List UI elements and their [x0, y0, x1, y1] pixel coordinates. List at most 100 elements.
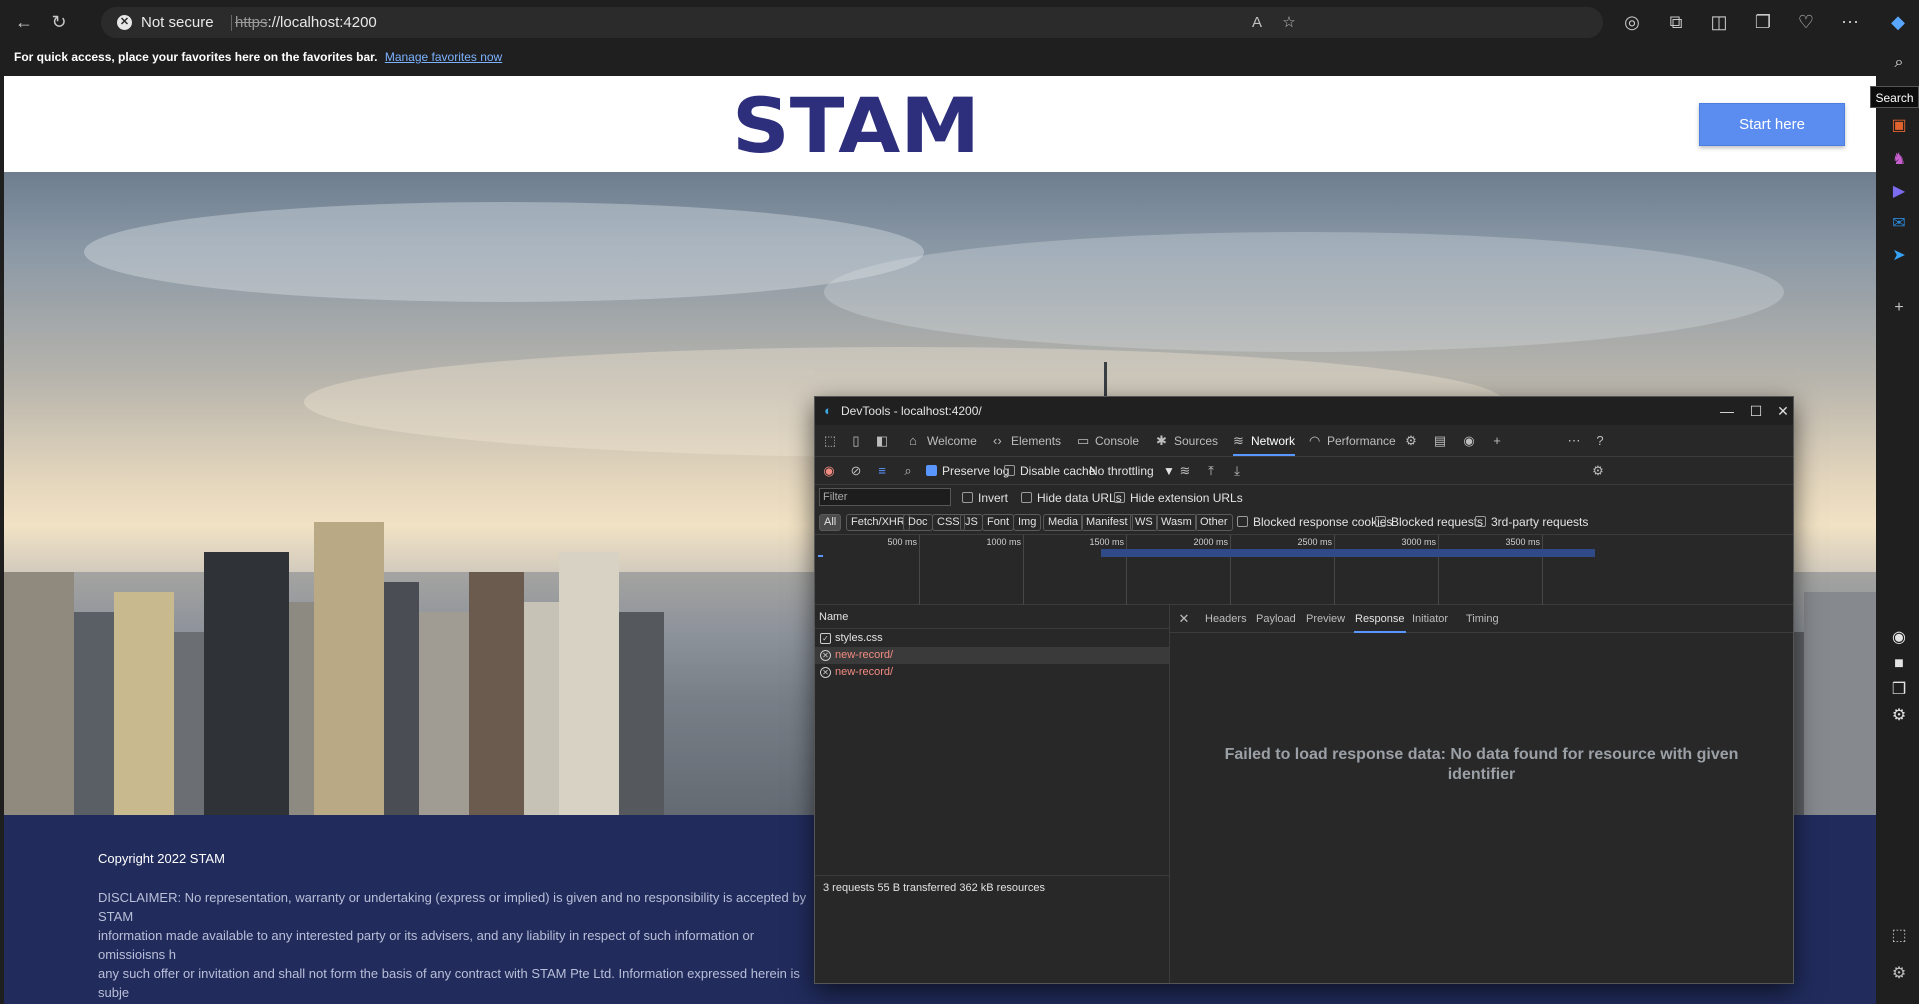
preserve-log-checkbox[interactable]: Preserve log [926, 464, 1009, 478]
settings-sidebar-icon[interactable]: ⚙ [1887, 704, 1911, 728]
camera-icon[interactable]: ◉ [1887, 626, 1911, 650]
tab-elements[interactable]: ‹› Elements [993, 425, 1061, 456]
games-icon[interactable]: ♞ [1887, 148, 1911, 172]
tab-payload[interactable]: Payload [1256, 605, 1296, 633]
request-row[interactable]: ✓ styles.css [815, 630, 1169, 647]
copilot-sidebar-icon[interactable]: ▶ [1887, 180, 1911, 204]
invert-checkbox[interactable]: Invert [962, 491, 1008, 505]
close-details-icon[interactable]: ✕ [1174, 609, 1194, 629]
customize-icon[interactable]: ⋯ [1564, 431, 1584, 451]
checkbox-checked[interactable] [926, 465, 937, 476]
hide-extension-urls-checkbox[interactable]: Hide extension URLs [1114, 491, 1243, 505]
extensions-icon[interactable]: ⧉ [1662, 8, 1690, 36]
send-icon[interactable]: ➤ [1887, 244, 1911, 268]
search-icon[interactable]: ⌕ [1887, 51, 1911, 75]
checkbox[interactable] [1021, 492, 1032, 503]
network-overview[interactable]: 500 ms 1000 ms 1500 ms 2000 ms 2500 ms 3… [815, 535, 1793, 605]
checkbox[interactable] [1114, 492, 1125, 503]
tab-performance[interactable]: ◠ Performance [1309, 425, 1396, 456]
filter-icon[interactable]: ≡ [872, 461, 892, 481]
checkbox[interactable] [1237, 516, 1248, 527]
sidebar-settings-icon[interactable]: ⚙ [1887, 962, 1911, 986]
device-toolbar-icon[interactable]: ▯ [846, 431, 866, 451]
url-text[interactable]: https://localhost:4200 [235, 14, 377, 31]
add-icon[interactable]: + [1887, 296, 1911, 320]
type-font[interactable]: Font [982, 514, 1015, 531]
disable-cache-checkbox[interactable]: Disable cache [1004, 464, 1095, 478]
type-doc[interactable]: Doc [903, 514, 933, 531]
blocked-requests-checkbox[interactable]: Blocked requests [1375, 515, 1483, 529]
memory-icon[interactable]: ◉ [1459, 431, 1479, 451]
type-filter-row: All Fetch/XHR Doc CSS JS Font Img Media … [815, 511, 1793, 535]
blocked-cookies-checkbox[interactable]: Blocked response cookies [1237, 515, 1392, 529]
type-fetch-xhr[interactable]: Fetch/XHR [846, 514, 910, 531]
tracking-icon[interactable]: ◎ [1618, 8, 1646, 36]
checkbox[interactable] [962, 492, 973, 503]
tab-initiator[interactable]: Initiator [1412, 605, 1448, 633]
name-column-header[interactable]: Name [815, 605, 1169, 629]
filter-input[interactable]: Filter [819, 488, 951, 506]
refresh-icon[interactable]: ↻ [45, 8, 73, 36]
back-icon[interactable]: ← [10, 8, 38, 36]
more-menu-icon[interactable]: ⋯ [1836, 8, 1864, 36]
tab-network[interactable]: ≋ Network [1233, 425, 1296, 456]
start-here-button[interactable]: Start here [1699, 103, 1845, 146]
request-row[interactable]: ✕ new-record/ [815, 664, 1169, 681]
clear-icon[interactable]: ⊘ [846, 461, 866, 481]
type-img[interactable]: Img [1013, 514, 1042, 531]
type-all[interactable]: All [819, 514, 842, 531]
pages-icon[interactable]: ❒ [1887, 678, 1911, 702]
tab-headers[interactable]: Headers [1205, 605, 1247, 633]
read-aloud-icon[interactable]: A [1246, 12, 1268, 34]
tab-response[interactable]: Response [1354, 605, 1406, 633]
close-icon[interactable]: ✕ [1772, 400, 1794, 422]
health-icon[interactable]: ♡ [1792, 8, 1820, 36]
throttling-select[interactable]: No throttling ▼ [1089, 464, 1175, 478]
tab-welcome[interactable]: ⌂ Welcome [909, 425, 977, 456]
network-settings-icon[interactable]: ⚙ [1588, 461, 1608, 481]
checkbox[interactable] [1375, 516, 1386, 527]
type-wasm[interactable]: Wasm [1156, 514, 1197, 531]
help-icon[interactable]: ? [1590, 431, 1610, 451]
collections-icon[interactable]: ❐ [1749, 8, 1777, 36]
application-icon[interactable]: ▤ [1430, 431, 1450, 451]
maximize-icon[interactable]: ☐ [1745, 400, 1767, 422]
record-icon[interactable]: ◉ [819, 461, 839, 481]
type-other[interactable]: Other [1195, 514, 1233, 531]
security-label[interactable]: Not secure [141, 14, 214, 31]
video-icon[interactable]: ■ [1887, 652, 1911, 676]
type-media[interactable]: Media [1043, 514, 1083, 531]
outlook-icon[interactable]: ✉ [1887, 212, 1911, 236]
search-network-icon[interactable]: ⌕ [898, 461, 918, 481]
download-icon[interactable]: ⤓ [1227, 461, 1247, 481]
hide-data-urls-checkbox[interactable]: Hide data URLs [1021, 491, 1122, 505]
gear-tab-icon[interactable]: ⚙ [1401, 431, 1421, 451]
screenshot-icon[interactable]: ⬚ [1887, 924, 1911, 948]
inspect-icon[interactable]: ⬚ [820, 431, 840, 451]
third-party-checkbox[interactable]: 3rd-party requests [1475, 515, 1588, 529]
tab-timing[interactable]: Timing [1466, 605, 1499, 633]
favorite-star-icon[interactable]: ☆ [1278, 12, 1300, 34]
not-secure-icon[interactable]: ✕ [117, 15, 132, 30]
split-screen-icon[interactable]: ◫ [1705, 8, 1733, 36]
manage-favorites-link[interactable]: Manage favorites now [385, 50, 502, 64]
dock-icon[interactable]: ◧ [872, 431, 892, 451]
checkbox[interactable] [1475, 516, 1486, 527]
request-row[interactable]: ✕ new-record/ [815, 647, 1169, 664]
address-bar[interactable]: ✕ Not secure https://localhost:4200 A ☆ [101, 7, 1603, 38]
more-tools-icon[interactable]: + [1487, 431, 1507, 451]
network-conditions-icon[interactable]: ≋ [1175, 461, 1195, 481]
type-manifest[interactable]: Manifest [1081, 514, 1133, 531]
minimize-icon[interactable]: — [1716, 400, 1738, 422]
tab-console[interactable]: ▭ Console [1077, 425, 1139, 456]
type-js[interactable]: JS [960, 514, 983, 531]
tab-sources[interactable]: ✱ Sources [1156, 425, 1218, 456]
tools-icon[interactable]: ▣ [1887, 114, 1911, 138]
stam-logo[interactable]: STAM [732, 84, 982, 164]
copilot-icon[interactable]: ◆ [1884, 8, 1912, 36]
devtools-titlebar[interactable]: ◐ DevTools - localhost:4200/ — ☐ ✕ [815, 397, 1793, 425]
tab-preview[interactable]: Preview [1306, 605, 1345, 633]
checkbox[interactable] [1004, 465, 1015, 476]
upload-icon[interactable]: ⤒ [1201, 461, 1221, 481]
type-ws[interactable]: WS [1130, 514, 1158, 531]
